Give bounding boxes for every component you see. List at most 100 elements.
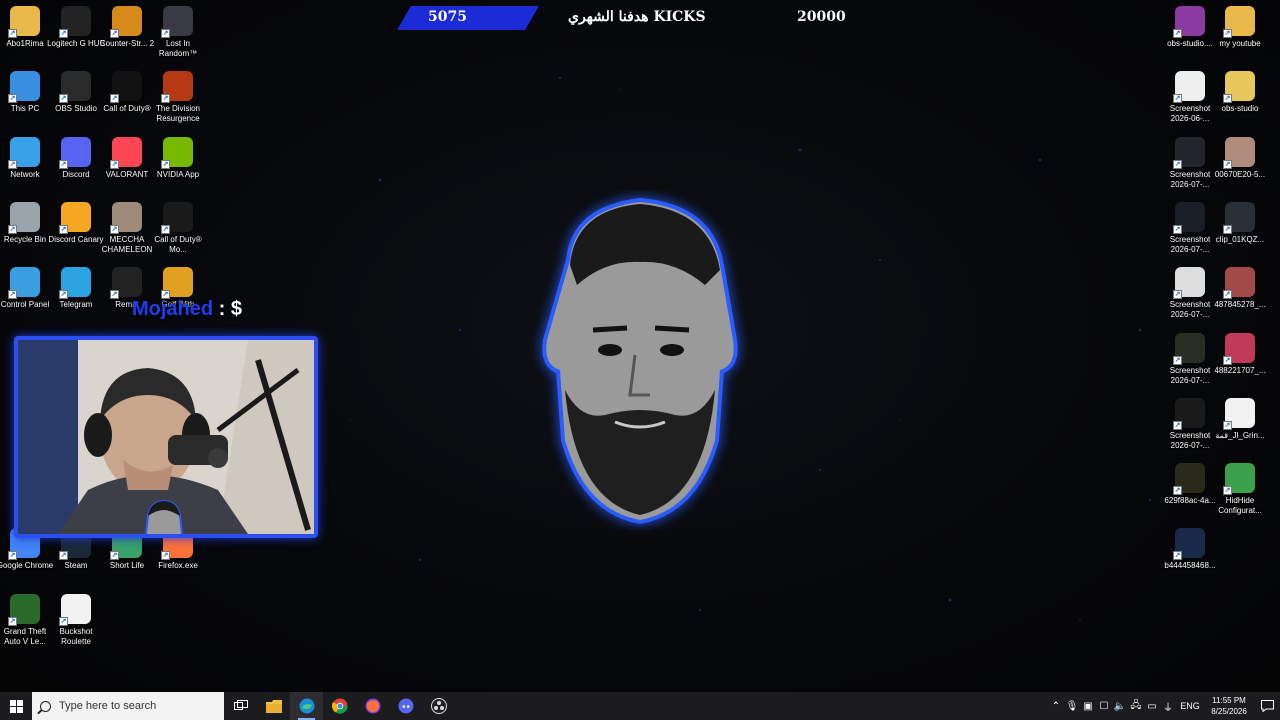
- taskbar-chrome[interactable]: [323, 692, 356, 720]
- search-placeholder: Type here to search: [59, 700, 157, 712]
- photo-thumb-icon: ↗: [1223, 267, 1255, 300]
- desktop-icon-photo-thumb[interactable]: ↗ 487845278_...: [1214, 267, 1266, 329]
- shortcut-arrow-icon: ↗: [1173, 420, 1182, 430]
- microphone-icon[interactable]: 🎙: [1064, 692, 1080, 720]
- desktop-icon-screenshot-thumb[interactable]: ↗ Screenshot 2026-07-...: [1165, 397, 1215, 460]
- shortcut-arrow-icon: ↗: [110, 224, 119, 234]
- mini-avatar-icon: [144, 499, 184, 534]
- desktop-icon-screenshot-thumb[interactable]: ↗ Screenshot 2026-07-...: [1165, 267, 1215, 329]
- taskbar-file-explorer[interactable]: [257, 692, 290, 720]
- desktop-icon-recycle-bin[interactable]: ↗ Recycle Bin: [0, 201, 50, 264]
- desktop-icon-folder[interactable]: ↗ my youtube: [1215, 6, 1265, 68]
- shortcut-arrow-icon: ↗: [110, 290, 119, 300]
- desktop-icon-mw3[interactable]: ↗ Call of Duty® Mo...: [153, 201, 203, 264]
- desktop-icon-nvidia[interactable]: ↗ NVIDIA App: [153, 136, 203, 199]
- desktop-icon-folder[interactable]: ↗ Abo1Rima: [0, 6, 50, 68]
- folder-icon: ↗: [1223, 6, 1255, 38]
- desktop-icon-media-play[interactable]: ↗ قمة_Jl_Grin...: [1215, 397, 1265, 460]
- photo-thumb-icon: ↗: [1223, 136, 1255, 169]
- photo-thumb-icon: ↗: [1173, 463, 1205, 496]
- desktop-icon-discord[interactable]: ↗ Discord: [51, 136, 101, 199]
- shortcut-arrow-icon: ↗: [59, 29, 68, 38]
- desktop-icon-folder[interactable]: ↗ obs-studio: [1215, 71, 1265, 133]
- desktop-icon-obs[interactable]: ↗ OBS Studio: [51, 71, 101, 133]
- desktop-icon-computer[interactable]: ↗ This PC: [0, 71, 50, 133]
- volume-icon[interactable]: 🔈: [1112, 692, 1128, 720]
- desktop-icon-photo-thumb[interactable]: ↗ 629f88ac-4a...: [1164, 463, 1216, 525]
- network-tray-icon[interactable]: 🖧: [1128, 692, 1144, 720]
- desktop-icon-discord-canary[interactable]: ↗ Discord Canary: [48, 201, 104, 264]
- taskbar-obs[interactable]: [422, 692, 455, 720]
- usb-icon[interactable]: ⏚: [1160, 692, 1176, 720]
- language-indicator[interactable]: ENG: [1176, 701, 1204, 711]
- screenshot-thumb-icon: ↗: [1173, 332, 1205, 365]
- discord-canary-icon: ↗: [59, 201, 91, 234]
- notifications-button[interactable]: [1254, 700, 1280, 712]
- desktop-icon-screenshot-thumb[interactable]: ↗ Screenshot 2026-07-...: [1165, 136, 1215, 199]
- desktop-icon-screenshot-thumb[interactable]: ↗ Screenshot 2026-06-...: [1165, 71, 1215, 133]
- desktop-icon-label: Buckshot Roulette: [59, 626, 93, 646]
- screenshot-thumb-icon: ↗: [1173, 71, 1205, 104]
- shortcut-arrow-icon: ↗: [59, 290, 68, 300]
- screenshot-thumb-icon: ↗: [1173, 136, 1205, 169]
- desktop-icon-label: obs-studio: [1221, 104, 1259, 114]
- photo-thumb-icon: ↗: [1223, 332, 1255, 365]
- desktop-icon-label: Firefox.exe: [158, 561, 198, 571]
- shortcut-arrow-icon: ↗: [1223, 94, 1232, 104]
- desktop-icon-network[interactable]: ↗ Network: [0, 136, 50, 199]
- desktop-icon-photo-thumb[interactable]: ↗ 488221707_...: [1214, 332, 1266, 395]
- recycle-bin-icon: ↗: [8, 201, 40, 234]
- desktop-icon-screenshot-thumb[interactable]: ↗ Screenshot 2026-07-...: [1165, 332, 1215, 395]
- battery-icon[interactable]: ▭: [1144, 692, 1160, 720]
- desktop-icon-screenshot-thumb[interactable]: ↗ Screenshot 2026-07-...: [1165, 201, 1215, 264]
- start-button[interactable]: [0, 692, 32, 720]
- nvidia-icon: ↗: [161, 136, 193, 169]
- desktop-icon-valorant[interactable]: ↗ VALORANT: [102, 136, 152, 199]
- desktop-icon-video-thumb[interactable]: ↗ clip_01KQZ...: [1215, 201, 1265, 264]
- golf-with-friends-icon: ↗: [161, 267, 193, 300]
- tray-app-icon[interactable]: ▣: [1080, 692, 1096, 720]
- shortcut-arrow-icon: ↗: [8, 224, 17, 234]
- shortcut-arrow-icon: ↗: [1223, 29, 1232, 38]
- desktop-icon-photo-thumb[interactable]: ↗ 00670E20-5...: [1215, 136, 1265, 199]
- desktop-icon-logitech-g[interactable]: ↗ Logitech G HUB: [47, 6, 105, 68]
- desktop-icon-winrar[interactable]: ↗ obs-studio....: [1165, 6, 1215, 68]
- shortcut-arrow-icon: ↗: [59, 224, 68, 234]
- meet-now-icon[interactable]: ☐: [1096, 692, 1112, 720]
- shortcut-arrow-icon: ↗: [1223, 159, 1232, 169]
- desktop-icon-division[interactable]: ↗ The Division Resurgence: [153, 71, 203, 133]
- desktop-icon-label: 487845278_...: [1214, 300, 1266, 310]
- desktop-icon-gta[interactable]: ↗ Grand Theft Auto V Le...: [0, 593, 50, 656]
- desktop-icon-telegram[interactable]: ↗ Telegram: [51, 267, 101, 329]
- taskbar-firefox[interactable]: [356, 692, 389, 720]
- counter-strike-icon: ↗: [110, 6, 142, 38]
- desktop-icon-control-panel[interactable]: ↗ Control Panel: [0, 267, 50, 329]
- shortcut-arrow-icon: ↗: [59, 94, 68, 104]
- desktop-icon-meccha[interactable]: ↗ MECCHA CHAMELEON: [102, 201, 152, 264]
- notification-icon: [1260, 700, 1274, 712]
- chrome-icon: [331, 698, 348, 714]
- desktop-icon-counter-strike[interactable]: ↗ Counter-Str... 2: [100, 6, 154, 68]
- desktop-icon-label: NVIDIA App: [156, 169, 200, 179]
- desktop-icon-label: b444458468...: [1164, 561, 1216, 571]
- taskbar-edge[interactable]: [290, 692, 323, 720]
- discord-icon: [398, 698, 413, 714]
- clock-date: 8/25/2026: [1211, 707, 1247, 716]
- desktop-icon-photo-thumb[interactable]: ↗ b444458468...: [1164, 528, 1216, 590]
- tray-chevron-up-icon[interactable]: ⌃: [1048, 692, 1064, 720]
- desktop-icon-label: clip_01KQZ...: [1215, 234, 1265, 244]
- desktop-icon-label: HidHide Configurat...: [1218, 496, 1262, 516]
- taskbar-discord[interactable]: [389, 692, 422, 720]
- desktop-icon-lost-in-random[interactable]: ↗ Lost In Random™: [153, 6, 203, 68]
- taskbar-search-box[interactable]: Type here to search: [32, 692, 224, 720]
- shortcut-arrow-icon: ↗: [8, 159, 17, 169]
- desktop-icon-file[interactable]: ↗ Buckshot Roulette: [51, 593, 101, 656]
- desktop-icon-call-of-duty[interactable]: ↗ Call of Duty®: [102, 71, 152, 133]
- screenshot-thumb-icon: ↗: [1173, 267, 1205, 300]
- system-tray: ⌃ 🎙 ▣ ☐ 🔈 🖧 ▭ ⏚ ENG 11:55 PM 8/25/2026: [1048, 692, 1280, 720]
- goal-current-value: 5075: [428, 9, 467, 25]
- clock[interactable]: 11:55 PM 8/25/2026: [1204, 695, 1254, 717]
- desktop-icon-hidhide[interactable]: ↗ HidHide Configurat...: [1215, 463, 1265, 525]
- task-view-button[interactable]: [224, 692, 257, 720]
- obs-icon: [430, 698, 447, 714]
